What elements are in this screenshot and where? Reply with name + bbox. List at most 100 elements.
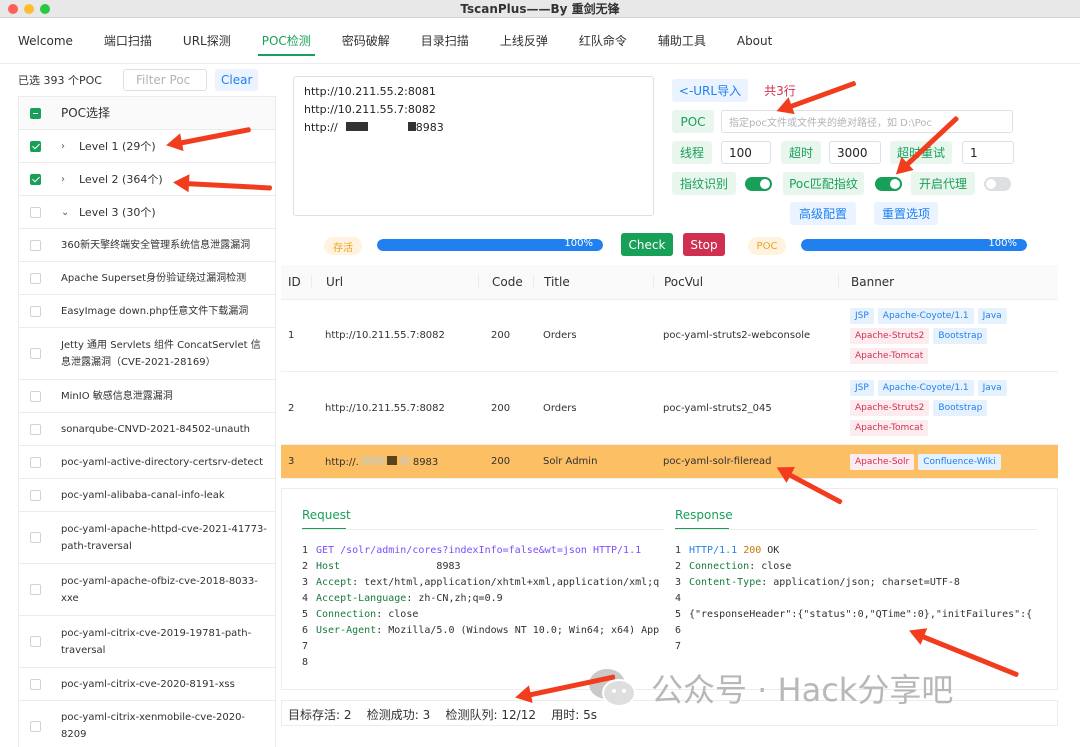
threads-input[interactable]: 100 <box>721 141 771 164</box>
poc-item-checkbox[interactable] <box>30 720 41 732</box>
banner-tag: Apache-Tomcat <box>850 347 929 364</box>
code-line: 2 Host 8983 <box>302 561 461 572</box>
target-urls-textarea[interactable]: http://10.211.55.2:8081 http://10.211.55… <box>293 76 654 216</box>
poc-filter-bar: 已选 393 个POC Filter Poc Clear <box>18 64 276 96</box>
poc-item-checkbox[interactable] <box>30 348 41 359</box>
reset-options-button[interactable]: 重置选项 <box>874 202 938 225</box>
request-code[interactable]: 1 GET /solr/admin/cores?indexInfo=false&w… <box>302 543 666 671</box>
chevron-down-icon[interactable]: ⌄ <box>61 204 79 221</box>
poc-item[interactable]: poc-yaml-alibaba-canal-info-leak <box>19 479 275 512</box>
poc-level-row[interactable]: ⌄ Level 3 (30个) <box>19 196 275 229</box>
poc-item-checkbox[interactable] <box>30 532 41 543</box>
cell-id: 1 <box>288 330 295 341</box>
menu-item-7[interactable]: 红队命令 <box>579 18 642 64</box>
table-row[interactable]: 3 http://. 8983 200 Solr Admin poc-yaml-solr-… <box>281 445 1058 479</box>
poc-tree-header-label: POC选择 <box>61 105 111 120</box>
chevron-right-icon[interactable]: › <box>61 138 79 155</box>
poc-item[interactable]: sonarqube-CNVD-2021-84502-unauth <box>19 413 275 446</box>
zoom-window-button[interactable] <box>40 4 50 14</box>
table-row[interactable]: 1 http://10.211.55.7:8082 200 Orders poc-yam… <box>281 300 1058 372</box>
check-button[interactable]: Check <box>621 233 673 256</box>
poc-level-row[interactable]: › Level 2 (364个) <box>19 163 275 196</box>
response-title[interactable]: Response <box>675 508 733 522</box>
request-title[interactable]: Request <box>302 508 351 522</box>
retry-input[interactable]: 1 <box>962 141 1014 164</box>
level-checkbox[interactable] <box>30 206 41 218</box>
poc-item-checkbox[interactable] <box>30 489 41 501</box>
cell-pocvul: poc-yaml-solr-fileread <box>663 456 772 467</box>
timeout-input[interactable]: 3000 <box>829 141 881 164</box>
menu-item-9[interactable]: About <box>737 18 787 64</box>
poc-item-checkbox[interactable] <box>30 390 41 402</box>
poc-path-input[interactable]: 指定poc文件或文件夹的绝对路径，如 D:\Poc <box>721 110 1013 133</box>
proxy-toggle[interactable] <box>984 177 1011 191</box>
poc-item-checkbox[interactable] <box>30 239 41 251</box>
table-row[interactable]: 2 http://10.211.55.7:8082 200 Orders poc-yam… <box>281 372 1058 445</box>
level-checkbox[interactable] <box>30 173 41 185</box>
wechat-icon <box>589 669 636 707</box>
menu-item-5[interactable]: 目录扫描 <box>421 18 484 64</box>
proxy-label: 开启代理 <box>911 172 975 195</box>
chevron-right-icon[interactable]: › <box>61 171 79 188</box>
minimize-window-button[interactable] <box>24 4 34 14</box>
poc-item[interactable]: poc-yaml-citrix-cve-2019-19781-path-trav… <box>19 616 275 668</box>
poc-item[interactable]: Jetty 通用 Servlets 组件 ConcatServlet 信息泄露漏… <box>19 328 275 380</box>
select-all-checkbox[interactable] <box>30 107 41 119</box>
col-id-header[interactable]: ID <box>281 275 311 289</box>
advanced-config-button[interactable]: 高级配置 <box>790 202 856 225</box>
banner-tags: Apache-Solr Confluence-Wiki <box>850 450 1040 474</box>
poc-item[interactable]: MinIO 敏感信息泄露漏洞 <box>19 380 275 413</box>
menu-item-1[interactable]: 端口扫描 <box>104 18 167 64</box>
poc-item[interactable]: poc-yaml-citrix-xenmobile-cve-2020-8209 <box>19 701 275 747</box>
status-text: 目标存活: 2 检测成功: 3 检测队列: 12/12 用时: 5s <box>288 706 597 723</box>
close-window-button[interactable] <box>8 4 18 14</box>
col-url-header[interactable]: Url <box>311 275 478 289</box>
menu-item-8[interactable]: 辅助工具 <box>658 18 721 64</box>
poc-item-checkbox[interactable] <box>30 305 41 317</box>
menu-item-2[interactable]: URL探测 <box>183 18 246 64</box>
col-title-header[interactable]: Title <box>533 275 653 289</box>
clear-button[interactable]: Clear <box>215 69 259 91</box>
poc-item-checkbox[interactable] <box>30 456 41 468</box>
target-url-line: http://10.211.55.2:8081 <box>304 85 436 98</box>
window-controls[interactable] <box>8 4 50 14</box>
poc-match-toggle[interactable] <box>875 177 902 191</box>
window-titlebar: TscanPlus——By 重剑无锋 <box>0 0 1080 18</box>
stop-button[interactable]: Stop <box>683 233 725 256</box>
fingerprint-toggle[interactable] <box>745 177 772 191</box>
cell-url: http://. 8983 <box>325 455 439 468</box>
poc-item[interactable]: EasyImage down.php任意文件下载漏洞 <box>19 295 275 328</box>
poc-item-checkbox[interactable] <box>30 423 41 435</box>
poc-item[interactable]: 360新天擎终端安全管理系统信息泄露漏洞 <box>19 229 275 262</box>
poc-item-checkbox[interactable] <box>30 584 41 595</box>
col-code-header[interactable]: Code <box>478 275 533 289</box>
response-code[interactable]: 1 HTTP/1.1 200 OK 2 Connection: close 3 Conte… <box>675 543 1039 655</box>
menu-item-4[interactable]: 密码破解 <box>342 18 405 64</box>
poc-item-checkbox[interactable] <box>30 636 41 647</box>
target-url-line: http://10.211.55.7:8082 <box>304 103 436 116</box>
poc-item-label: Apache Superset身份验证绕过漏洞检测 <box>61 272 247 284</box>
poc-item[interactable]: poc-yaml-apache-ofbiz-cve-2018-8033-xxe <box>19 564 275 616</box>
poc-item[interactable]: poc-yaml-apache-httpd-cve-2021-41773-pat… <box>19 512 275 564</box>
code-line: 4 <box>675 593 682 604</box>
url-import-button[interactable]: <-URL导入 <box>672 79 748 102</box>
poc-item-label: Jetty 通用 Servlets 组件 ConcatServlet 信息泄露漏… <box>61 339 261 368</box>
poc-level-row[interactable]: › Level 1 (29个) <box>19 130 275 163</box>
poc-item[interactable]: Apache Superset身份验证绕过漏洞检测 <box>19 262 275 295</box>
banner-tag: Bootstrap <box>933 400 988 416</box>
cell-title: Solr Admin <box>543 456 598 467</box>
filter-poc-input[interactable]: Filter Poc <box>123 69 207 91</box>
level-checkbox[interactable] <box>30 140 41 152</box>
poc-item-checkbox[interactable] <box>30 272 41 284</box>
col-pocvul-header[interactable]: PocVul <box>653 275 838 289</box>
code-line: 6 User-Agent: Mozilla/5.0 (Windows NT 10.… <box>302 625 660 636</box>
cell-url: http://10.211.55.7:8082 <box>325 402 445 414</box>
status-queue: 检测队列: 12/12 <box>445 708 536 722</box>
poc-item-checkbox[interactable] <box>30 678 41 690</box>
menu-item-6[interactable]: 上线反弹 <box>500 18 563 64</box>
poc-item[interactable]: poc-yaml-active-directory-certsrv-detect <box>19 446 275 479</box>
col-banner-header[interactable]: Banner <box>838 275 1058 289</box>
poc-item[interactable]: poc-yaml-citrix-cve-2020-8191-xss <box>19 668 275 701</box>
menu-item-0[interactable]: Welcome <box>18 18 88 64</box>
menu-item-3[interactable]: POC检测 <box>257 18 326 64</box>
